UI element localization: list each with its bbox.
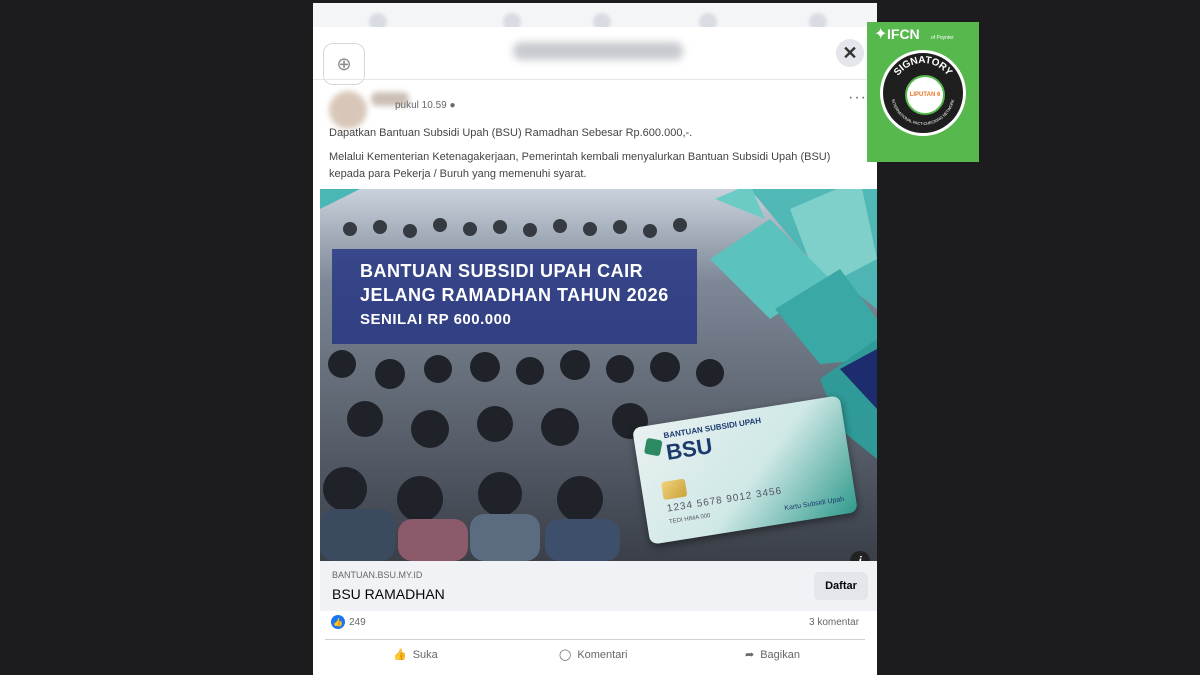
share-label: Bagikan: [760, 648, 800, 661]
globe-icon: ●: [449, 100, 456, 111]
link-preview[interactable]: BANTUAN.BSU.MY.ID BSU RAMADHAN Daftar: [320, 561, 877, 611]
post-timestamp[interactable]: pukul 10.59 ●: [395, 100, 456, 111]
liputan6-text: LIPUTAN 6: [909, 92, 941, 98]
blurred-top-bar: [313, 3, 877, 31]
close-button[interactable]: ✕: [836, 39, 864, 67]
card-title: BSU: [664, 432, 715, 465]
comment-count[interactable]: 3 komentar: [809, 617, 859, 628]
ad-banner-image[interactable]: BANTUAN SUBSIDI UPAH CAIR JELANG RAMADHA…: [320, 189, 877, 561]
close-icon: ✕: [842, 42, 858, 63]
comment-label: Komentari: [577, 648, 628, 661]
avatar[interactable]: [329, 91, 367, 129]
headline-line2: JELANG RAMADHAN TAHUN 2026: [360, 285, 669, 305]
ifcn-logo-text: IFCN: [887, 26, 920, 42]
link-title: BSU RAMADHAN: [332, 586, 445, 602]
card-chip-icon: [660, 478, 688, 501]
share-icon: ➦: [745, 649, 755, 661]
card-holder: TEDI HIMA 000: [668, 513, 711, 526]
signatory-seal: SIGNATORY INTERNATIONAL FACT-CHECKING NE…: [880, 50, 966, 136]
blurred-page-title: [513, 42, 683, 60]
daftar-button[interactable]: Daftar: [814, 572, 868, 600]
reaction-summary[interactable]: 👍 249: [331, 615, 366, 629]
like-button[interactable]: 👍 Suka: [393, 648, 438, 662]
card-footer: Kartu Subsidi Upah: [784, 495, 845, 513]
link-domain: BANTUAN.BSU.MY.ID: [332, 570, 423, 580]
bsu-logo-icon: [643, 437, 663, 457]
share-button[interactable]: ➦ Bagikan: [745, 648, 800, 662]
post-text-paragraph: Melalui Kementerian Ketenagakerjaan, Pem…: [329, 151, 831, 180]
poynter-text: of Poynter: [931, 35, 954, 41]
comment-button[interactable]: ◯ Komentari: [559, 648, 628, 662]
comment-icon: ◯: [559, 649, 572, 661]
liputan6-logo: LIPUTAN 6: [905, 75, 945, 115]
ifcn-signatory-badge: ✦ IFCN of Poynter SIGNATORY INTERNATIONA…: [867, 22, 979, 162]
thumbs-up-icon: 👍: [393, 649, 407, 661]
like-label: Suka: [412, 648, 438, 661]
like-count: 249: [349, 616, 366, 628]
banner-headline: BANTUAN SUBSIDI UPAH CAIR JELANG RAMADHA…: [360, 259, 669, 307]
headline-line1: BANTUAN SUBSIDI UPAH CAIR: [360, 261, 644, 281]
modal-header: ⊕ ✕: [313, 27, 877, 85]
facebook-post-screenshot: ⊕ ✕ pukul 10.59 ● ··· Dapatkan Bantuan S…: [313, 3, 877, 675]
banner-price: SENILAI RP 600.000: [360, 311, 512, 328]
post-text-line1: Dapatkan Bantuan Subsidi Upah (BSU) Rama…: [329, 127, 693, 139]
like-reaction-icon: 👍: [331, 615, 345, 629]
page-icon[interactable]: ⊕: [323, 43, 365, 85]
action-bar: 👍 Suka ◯ Komentari ➦ Bagikan: [325, 639, 865, 672]
star-icon: ✦: [874, 26, 888, 43]
more-options-button[interactable]: ···: [848, 89, 867, 107]
